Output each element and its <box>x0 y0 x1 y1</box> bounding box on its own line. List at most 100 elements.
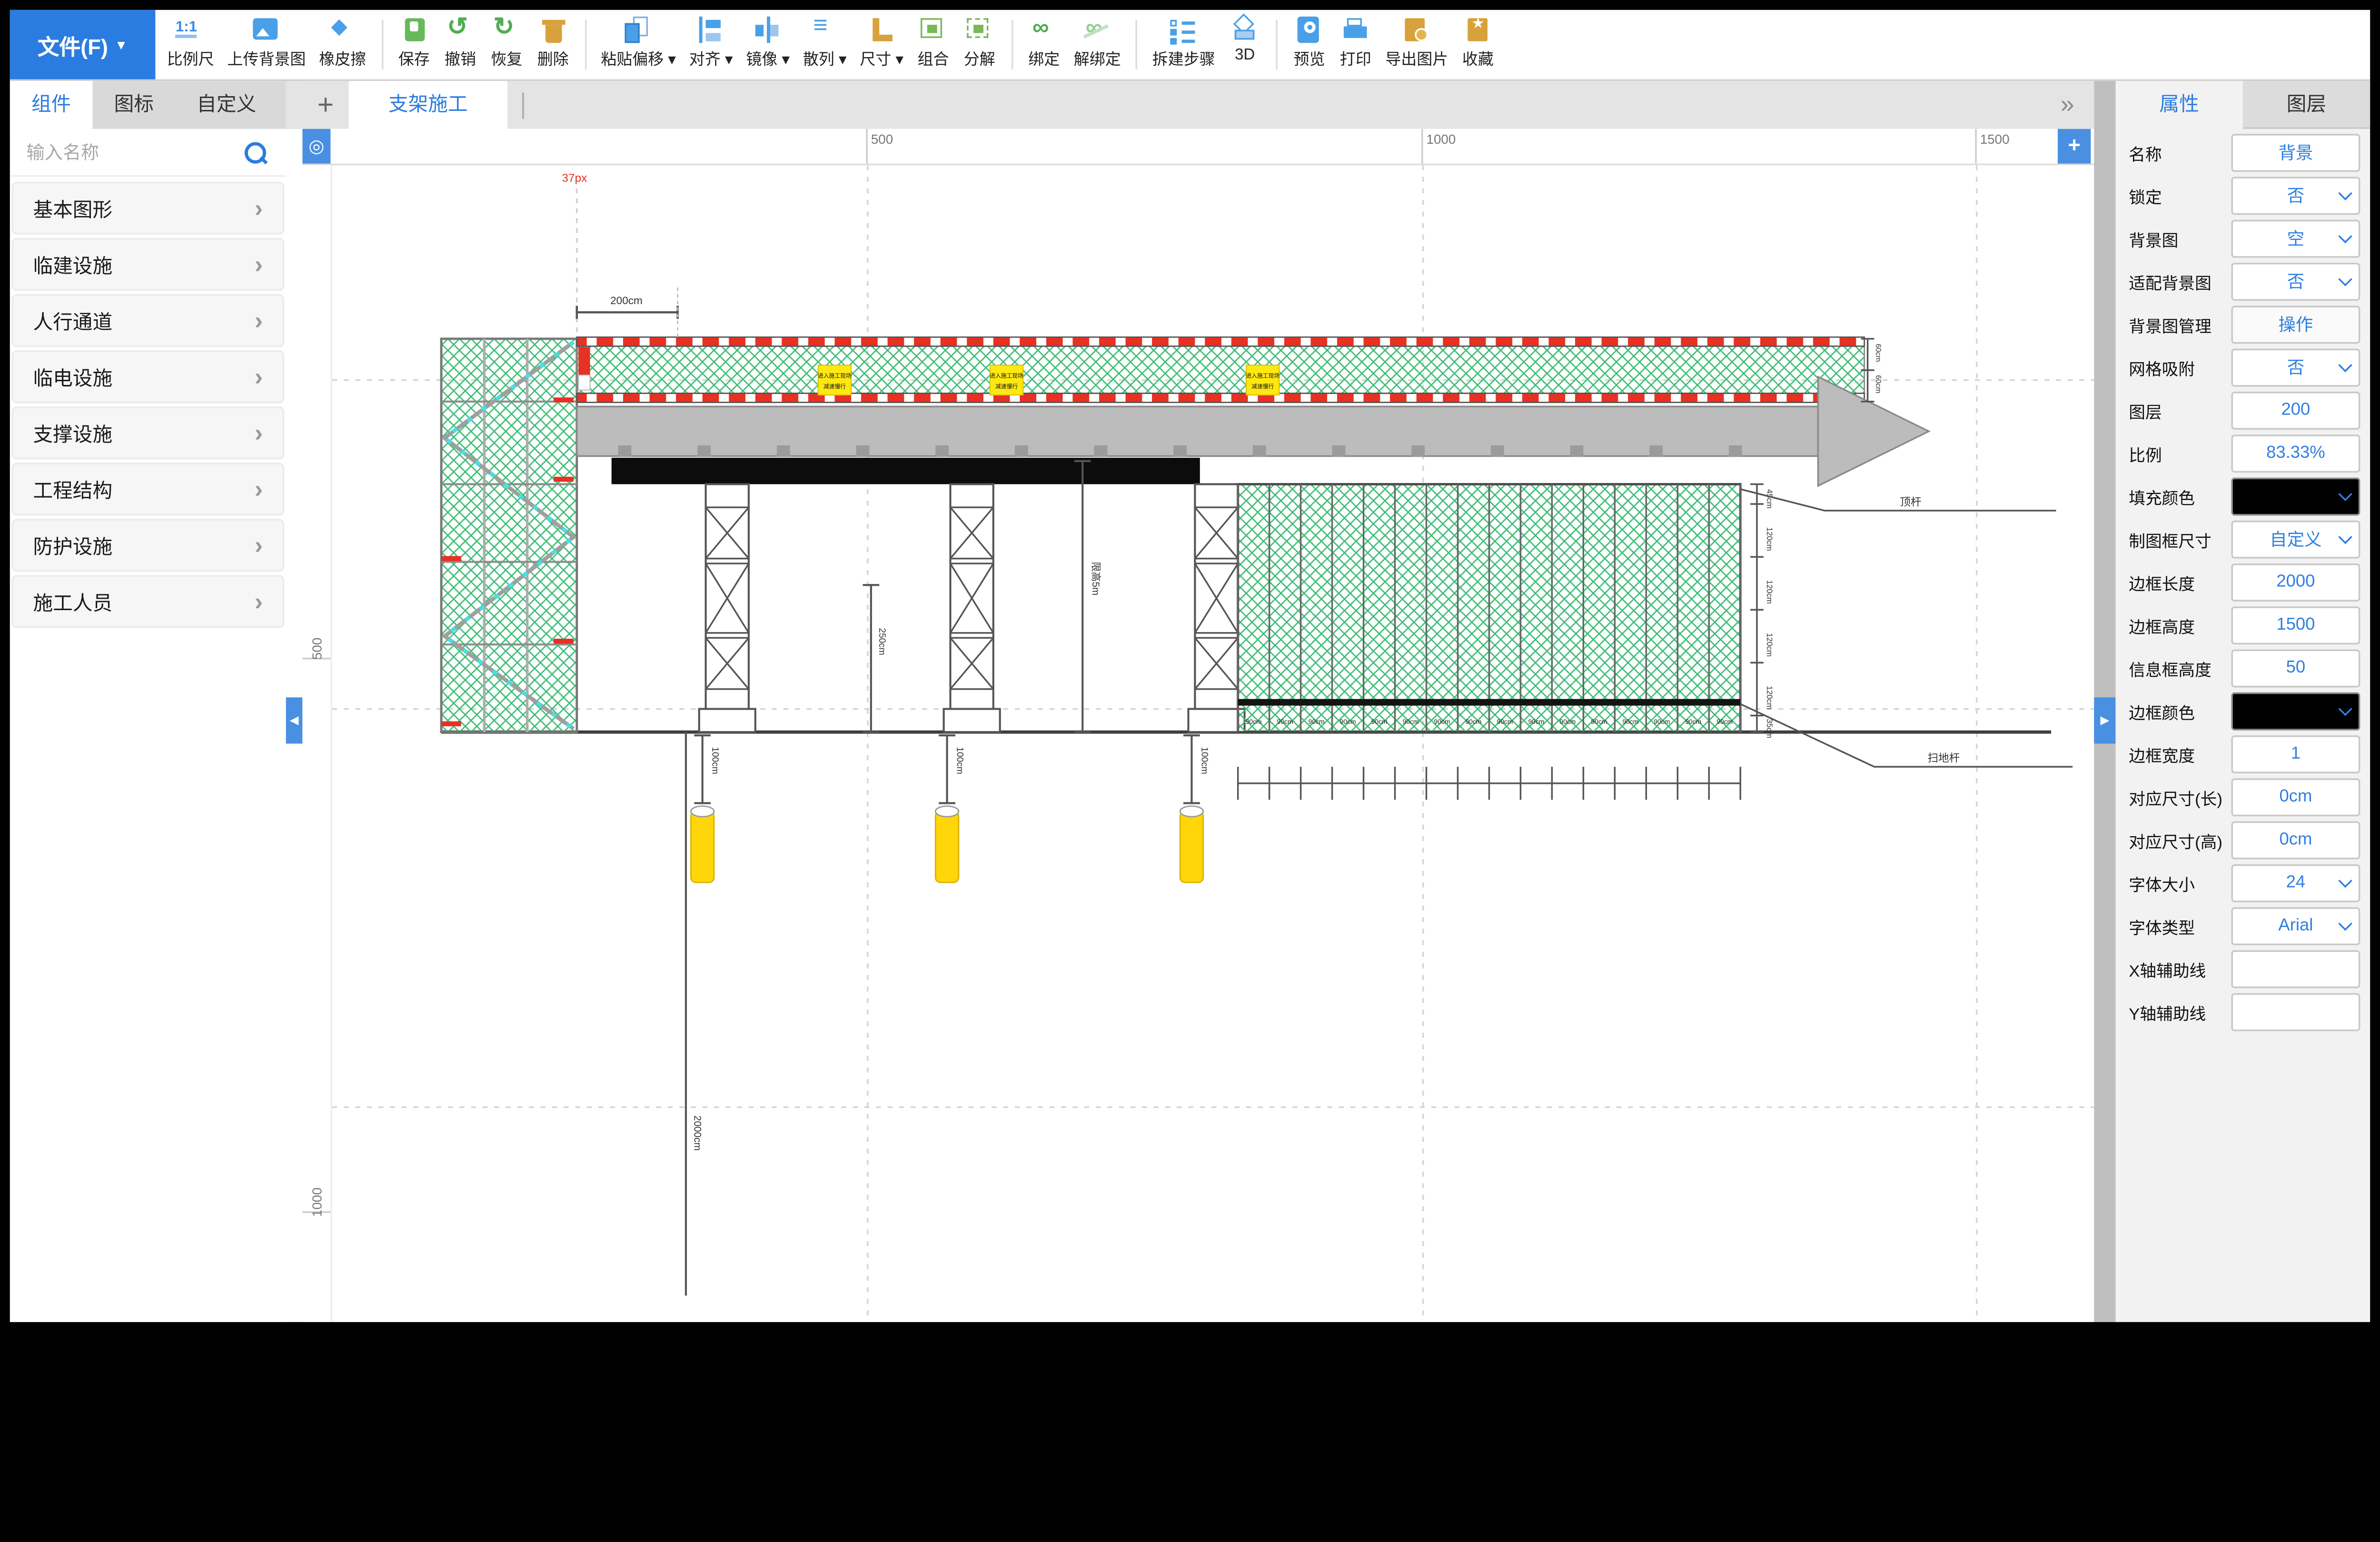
prop-font-size[interactable]: 24 <box>2231 863 2360 901</box>
horizontal-ruler[interactable]: 50010001500 <box>330 129 2094 164</box>
toolbar-undo-button[interactable]: 撤销 <box>437 15 484 69</box>
toolbar-build-steps-button[interactable]: 拆建步骤 <box>1146 15 1222 69</box>
component-search[interactable]: 输入名称 <box>10 129 286 177</box>
warning-sign[interactable]: 进入施工现场 减速慢行 <box>1246 365 1279 395</box>
toolbar-upload-background-button[interactable]: 上传背景图 <box>221 15 313 69</box>
search-icon[interactable] <box>245 141 266 163</box>
sidebar-tab-图标[interactable]: 图标 <box>92 81 175 129</box>
prop-x-guide[interactable] <box>2231 949 2360 988</box>
toolbar-groups: 比例尺上传背景图橡皮擦保存撤销恢复删除粘贴偏移 ▾对齐 ▾镜像 ▾散列 ▾尺寸 … <box>155 10 1506 79</box>
prop-border-height[interactable]: 1500 <box>2231 606 2360 644</box>
prop-value: 1 <box>2291 744 2301 764</box>
sidebar-item-防护设施[interactable]: 防护设施› <box>11 519 284 572</box>
toolbar-redo-button[interactable]: 恢复 <box>484 15 530 69</box>
prop-y-guide[interactable] <box>2231 992 2360 1030</box>
lattice-column[interactable] <box>699 484 755 732</box>
toolbar-eraser-button[interactable]: 橡皮擦 <box>312 15 373 69</box>
warning-sign[interactable]: 进入施工现场 减速慢行 <box>990 365 1023 395</box>
ruler-origin-button[interactable]: ◎ <box>302 129 330 164</box>
category-label: 施工人员 <box>33 587 112 615</box>
prop-name[interactable]: 背景 <box>2231 133 2360 171</box>
pile-dimension-100cm[interactable]: 100cm <box>691 735 720 882</box>
toolbar-mirror-button[interactable]: 镜像 ▾ <box>739 15 796 69</box>
safety-mesh-wall[interactable]: 90cm90cm90cm90cm90cm90cm90cm90cm90cm90cm… <box>1238 484 1741 732</box>
sidebar-tab-自定义[interactable]: 自定义 <box>175 81 278 129</box>
sidebar-item-支撑设施[interactable]: 支撑设施› <box>11 406 284 459</box>
prop-border-length[interactable]: 2000 <box>2231 563 2360 601</box>
panel-collapse-handle[interactable]: ▶ <box>2094 697 2115 743</box>
toolbar-scatter-button[interactable]: 散列 ▾ <box>796 15 853 69</box>
pile-dimension-100cm[interactable]: 100cm <box>1180 735 1209 882</box>
panel-tab-图层[interactable]: 图层 <box>2243 81 2370 129</box>
toolbar-paste-offset-button[interactable]: 粘贴偏移 ▾ <box>594 15 682 69</box>
toolbar-3d-button[interactable]: 3D <box>1222 15 1268 64</box>
prop-grid-snap[interactable]: 否 <box>2231 348 2360 386</box>
prop-lock[interactable]: 否 <box>2231 176 2360 214</box>
file-menu-button[interactable]: 文件(F) ▼ <box>10 10 156 79</box>
tab-zhijiashigong[interactable]: 支架施工 <box>349 81 507 129</box>
prop-fill-color[interactable] <box>2231 477 2360 515</box>
direction-arrow[interactable] <box>1818 377 1929 486</box>
toolbar-unbind-button[interactable]: 解绑定 <box>1067 15 1128 69</box>
prop-frame-size[interactable]: 自定义 <box>2231 520 2360 558</box>
red-post <box>578 347 590 375</box>
bay-width-label: 90cm <box>1559 718 1576 725</box>
prop-font-family[interactable]: Arial <box>2231 907 2360 945</box>
drawing-svg[interactable]: 37px <box>332 165 2094 1322</box>
sidebar-collapse-handle[interactable]: ◀ <box>286 697 303 743</box>
prop-map-size-height[interactable]: 0cm <box>2231 820 2360 859</box>
prop-map-size-length[interactable]: 0cm <box>2231 778 2360 816</box>
prop-scale[interactable]: 83.33% <box>2231 434 2360 472</box>
warning-sign[interactable]: 进入施工现场 减速慢行 <box>818 365 852 395</box>
add-tab-button[interactable]: + <box>302 81 348 129</box>
toolbar-bind-button[interactable]: 绑定 <box>1021 15 1067 69</box>
sidebar-item-临电设施[interactable]: 临电设施› <box>11 350 284 403</box>
drawing-canvas[interactable]: 37px <box>332 165 2094 1322</box>
toolbar-delete-button[interactable]: 删除 <box>530 15 576 69</box>
prop-info-height[interactable]: 50 <box>2231 649 2360 687</box>
toolbar-ungroup-button[interactable]: 分解 <box>956 15 1002 69</box>
unbind-icon <box>1081 17 1114 45</box>
bay-width-label: 90cm <box>1716 718 1733 725</box>
lattice-column[interactable] <box>1189 484 1245 732</box>
sidebar-item-临建设施[interactable]: 临建设施› <box>11 238 284 291</box>
toolbar-separator <box>1276 20 1278 69</box>
panel-tab-属性[interactable]: 属性 <box>2115 81 2242 129</box>
collapse-panel-button[interactable]: » <box>2061 91 2074 119</box>
sidebar-item-基本图形[interactable]: 基本图形› <box>11 182 284 235</box>
sidebar-item-人行通道[interactable]: 人行通道› <box>11 294 284 347</box>
sidebar-tab-组件[interactable]: 组件 <box>10 81 93 129</box>
toolbar-export-image-button[interactable]: 导出图片 <box>1378 15 1455 69</box>
toolbar-group-button[interactable]: 组合 <box>910 15 956 69</box>
toolbar-scale-ruler-button[interactable]: 比例尺 <box>160 15 221 69</box>
toolbar-align-button[interactable]: 对齐 ▾ <box>683 15 740 69</box>
app-window: 文件(F) ▼ 比例尺上传背景图橡皮擦保存撤销恢复删除粘贴偏移 ▾对齐 ▾镜像 … <box>10 10 2370 1322</box>
cap-beam[interactable] <box>612 458 1200 484</box>
pile[interactable] <box>1180 811 1203 882</box>
toolbar-favorite-button[interactable]: 收藏 <box>1455 15 1501 69</box>
prop-row-border-length: 边框长度2000 <box>2115 560 2370 603</box>
pile-dimension-100cm[interactable]: 100cm <box>935 735 964 882</box>
prop-fit-background[interactable]: 否 <box>2231 262 2360 300</box>
pile[interactable] <box>691 811 714 882</box>
prop-layer[interactable]: 200 <box>2231 391 2360 429</box>
fit-view-button[interactable]: + <box>2058 129 2091 164</box>
search-input[interactable]: 输入名称 <box>27 139 245 166</box>
prop-background-manage[interactable]: 操作 <box>2231 305 2360 343</box>
bridge-deck[interactable] <box>577 406 1818 456</box>
sidebar-item-施工人员[interactable]: 施工人员› <box>11 575 284 628</box>
vertical-ruler[interactable]: 5001000 <box>302 165 332 1322</box>
toolbar-dimension-button[interactable]: 尺寸 ▾ <box>853 15 910 69</box>
sidebar-item-工程结构[interactable]: 工程结构› <box>11 463 284 515</box>
prop-border-color[interactable] <box>2231 692 2360 730</box>
toolbar-print-button[interactable]: 打印 <box>1332 15 1378 69</box>
left-stair-tower[interactable] <box>441 339 577 732</box>
prop-label: 适配背景图 <box>2129 268 2231 293</box>
pile[interactable] <box>935 811 959 882</box>
walkway-safety-mesh[interactable] <box>577 337 1864 402</box>
prop-border-width[interactable]: 1 <box>2231 734 2360 772</box>
prop-background-image[interactable]: 空 <box>2231 219 2360 257</box>
toolbar-save-button[interactable]: 保存 <box>391 15 437 69</box>
toolbar-preview-button[interactable]: 预览 <box>1286 15 1332 69</box>
lattice-column[interactable] <box>944 484 1000 732</box>
